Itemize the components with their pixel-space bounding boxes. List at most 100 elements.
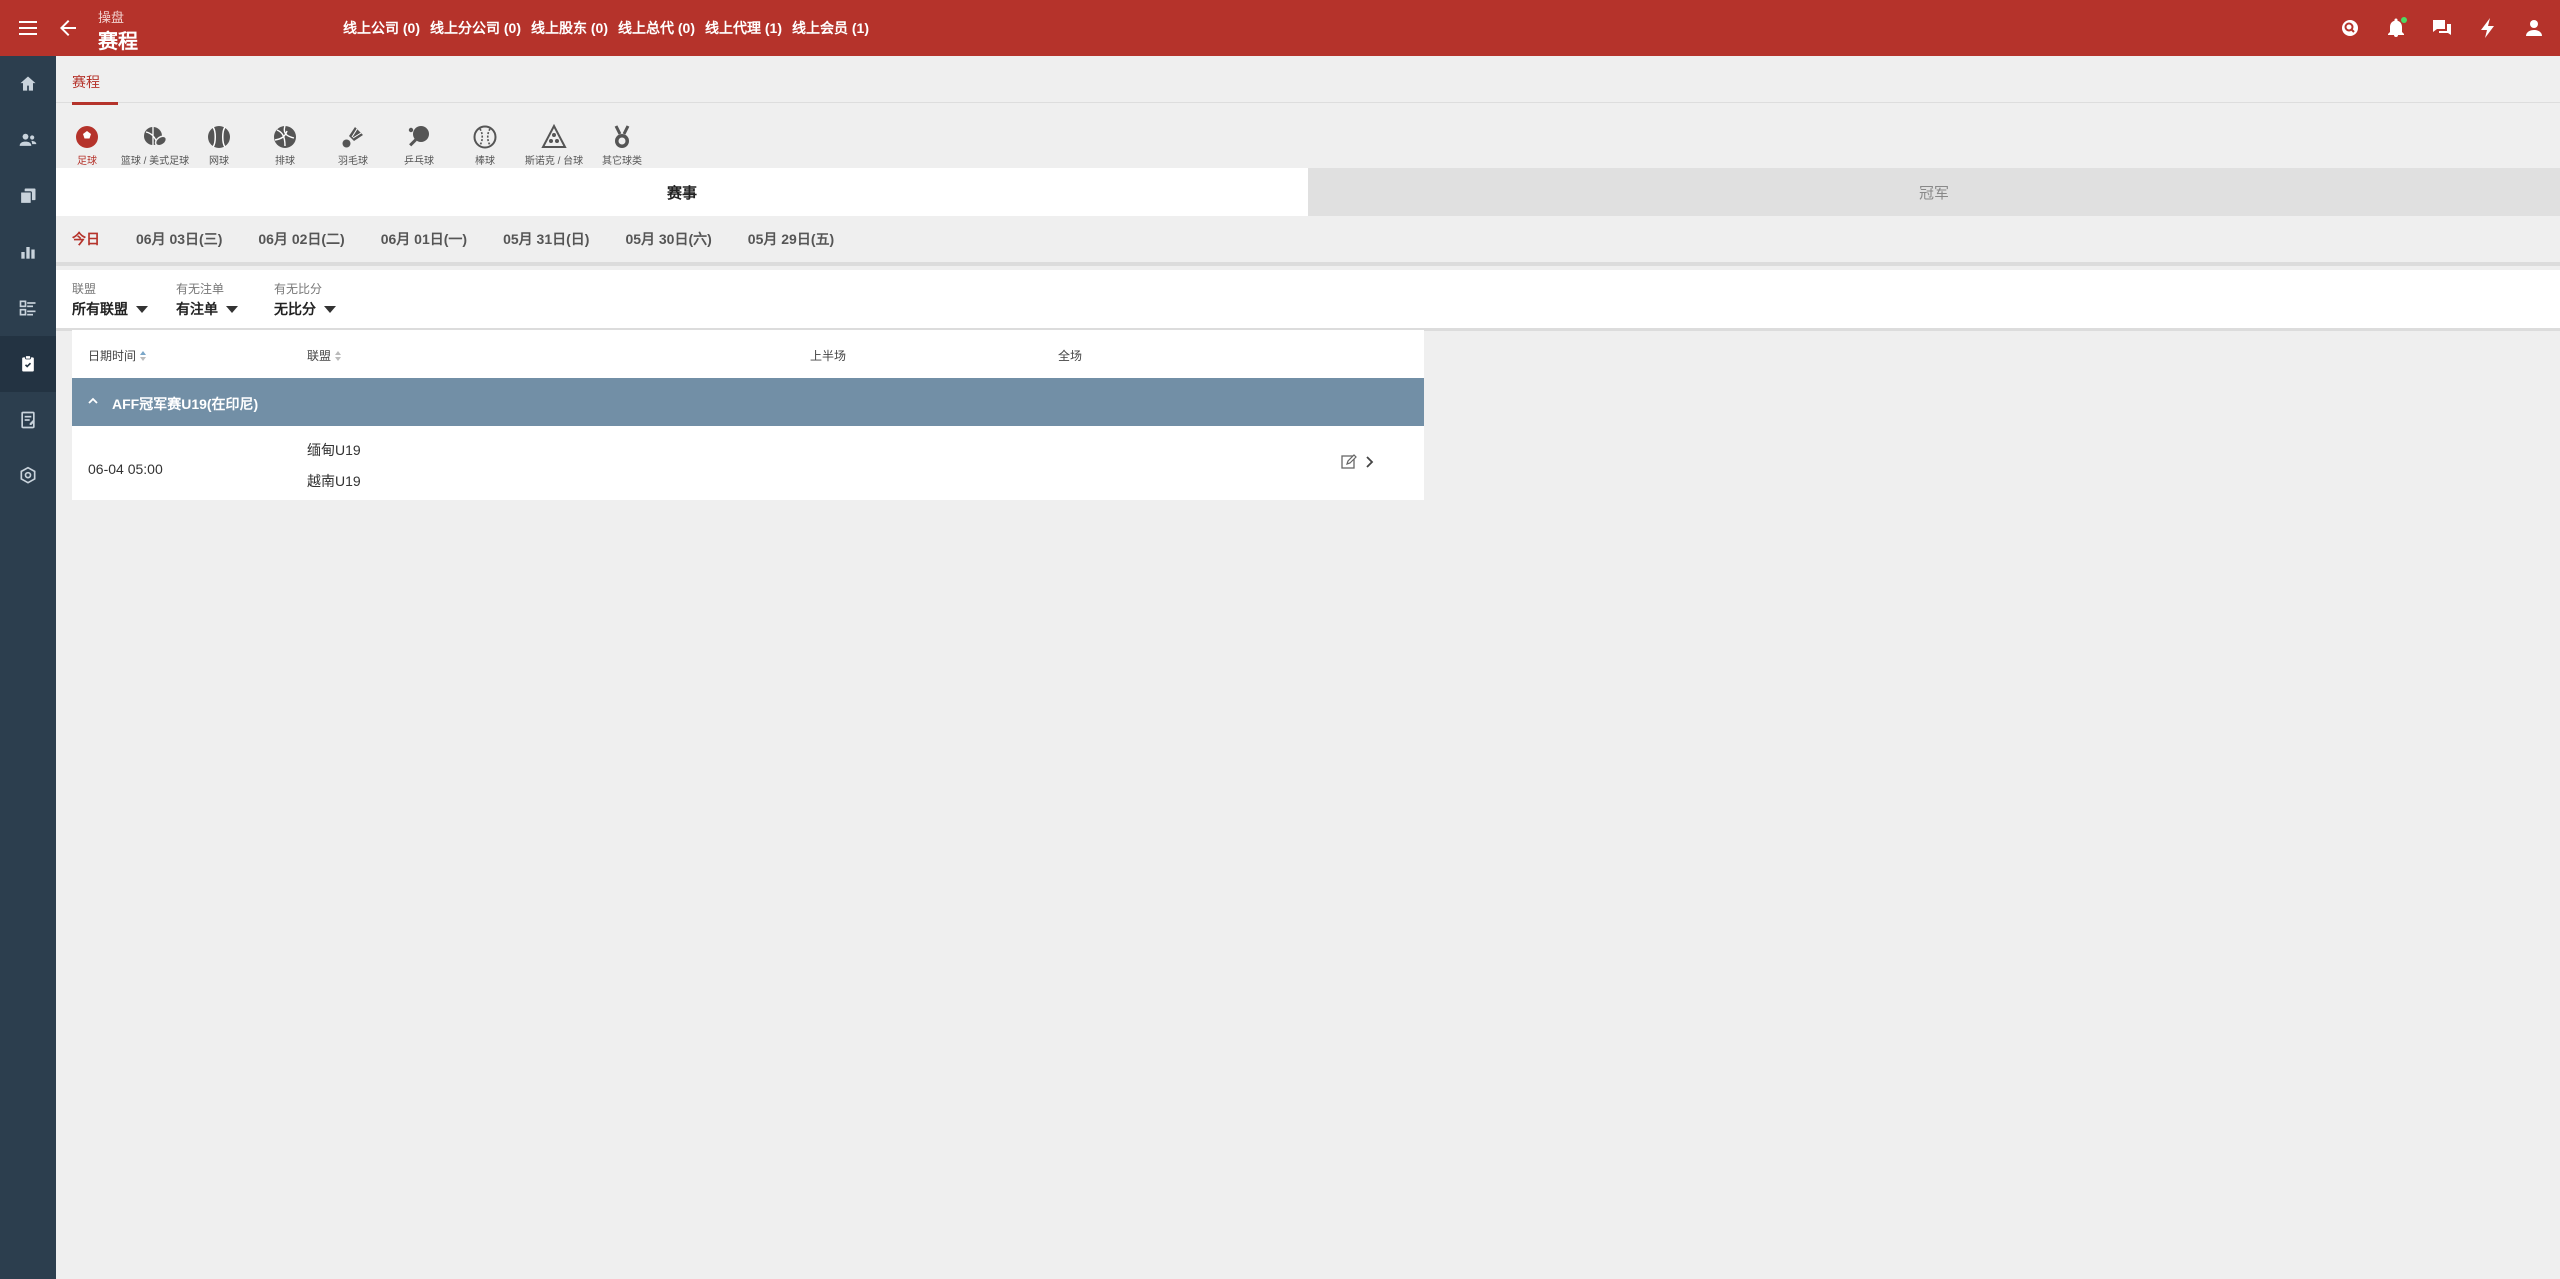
sidebar-item-reports[interactable] [0, 224, 56, 280]
menu-icon[interactable] [16, 16, 40, 40]
online-shareholder-link[interactable]: 线上股东 (0) [531, 18, 608, 38]
header-datetime[interactable]: 日期时间 [88, 347, 147, 364]
sport-label: 乒乓球 [404, 156, 434, 167]
notification-dot [2401, 17, 2407, 23]
notebook-icon [21, 411, 35, 429]
filter-value: 所有联盟 [72, 301, 128, 317]
filter-value: 无比分 [274, 301, 316, 317]
sport-label: 棒球 [475, 156, 495, 167]
tennis-icon [208, 126, 230, 148]
sidebar-item-settings[interactable] [0, 448, 56, 504]
filter-label: 联盟 [72, 282, 97, 296]
score-filter[interactable]: 有无比分 无比分 [274, 280, 336, 319]
league-group-row[interactable]: AFF冠军赛U19(在印尼) [72, 378, 1424, 426]
volleyball-icon [274, 125, 296, 148]
date-tab[interactable]: 06月 03日(三) [136, 229, 222, 249]
copy-icon [19, 188, 36, 205]
lightning-icon [2481, 18, 2494, 38]
sport-icon-row: 足球 篮球 / 美式足球 网球 排球 羽毛球 乒乓球 棒球 斯诺克 / 台球 其… [56, 112, 2560, 168]
clipboard-icon [22, 355, 34, 372]
bet-filter[interactable]: 有无注单 有注单 [176, 280, 238, 319]
sport-label: 篮球 / 美式足球 [120, 156, 190, 167]
tab-schedule[interactable]: 赛程 [72, 72, 118, 105]
home-icon [20, 76, 36, 91]
sport-label: 网球 [209, 156, 229, 167]
snooker-icon [541, 124, 567, 148]
breadcrumb: 操盘 [98, 10, 125, 25]
header-label: 日期时间 [88, 349, 137, 363]
sidebar-item-copy[interactable] [0, 168, 56, 224]
online-subcompany-link[interactable]: 线上分公司 (0) [430, 18, 521, 38]
quick-action-button[interactable] [2476, 16, 2500, 40]
table-header: 日期时间 联盟 上半场 全场 [72, 330, 1424, 378]
caret-down-icon [226, 305, 238, 313]
date-tab[interactable]: 05月 30日(六) [625, 229, 711, 249]
sport-label: 足球 [77, 156, 97, 167]
sport-label: 排球 [275, 156, 295, 167]
sidebar-item-schedule[interactable] [0, 336, 56, 392]
bar-chart-icon [21, 247, 35, 259]
top-bar: 操盘 赛程 线上公司 (0) 线上分公司 (0) 线上股东 (0) 线上总代 (… [0, 0, 2560, 56]
schedule-table: 日期时间 联盟 上半场 全场 AFF冠军赛U19(在印尼) 06-04 05:0… [72, 330, 1424, 500]
header-label: 联盟 [307, 349, 332, 363]
table-row[interactable]: 06-04 05:00 缅甸U19 越南U19 [72, 426, 1424, 500]
main-content: 赛程 足球 篮球 / 美式足球 网球 排球 羽毛球 乒乓球 棒球 斯诺克 / 台… [56, 56, 2560, 1279]
table-tennis-icon [408, 126, 429, 147]
soccer-icon [76, 126, 98, 148]
sidebar-item-notes[interactable] [0, 392, 56, 448]
header-actions [2338, 16, 2546, 40]
filter-value: 有注单 [176, 301, 218, 317]
online-company-link[interactable]: 线上公司 (0) [343, 18, 420, 38]
badminton-icon [342, 127, 363, 148]
basketball-football-icon [144, 127, 168, 147]
header-league[interactable]: 联盟 [307, 347, 342, 364]
sidebar-item-users[interactable] [0, 112, 56, 168]
filter-bar: 联盟 所有联盟 有无注单 有注单 有无比分 无比分 [56, 270, 2560, 331]
page-title: 赛程 [98, 31, 138, 53]
medal-icon [614, 125, 630, 148]
sort-icon [335, 350, 342, 361]
sidebar-item-home[interactable] [0, 56, 56, 112]
date-tab[interactable]: 05月 31日(日) [503, 229, 589, 249]
home-team: 缅甸U19 [307, 442, 361, 458]
edit-icon[interactable] [1340, 453, 1358, 471]
caret-down-icon [136, 305, 148, 313]
date-tabs: 今日 06月 03日(三) 06月 02日(二) 06月 01日(一) 05月 … [56, 216, 2560, 266]
chevron-up-icon[interactable] [86, 394, 100, 408]
date-tab[interactable]: 06月 01日(一) [381, 229, 467, 249]
search-icon [2342, 20, 2358, 36]
sport-label: 斯诺克 / 台球 [524, 156, 584, 167]
users-icon [19, 133, 37, 146]
tab-matches[interactable]: 赛事 [56, 168, 1308, 216]
date-tab[interactable]: 06月 02日(二) [258, 229, 344, 249]
user-icon [2526, 20, 2542, 36]
back-arrow-icon[interactable] [56, 16, 80, 40]
list-icon [19, 300, 36, 316]
filter-label: 有无比分 [274, 282, 323, 296]
tab-champion[interactable]: 冠军 [1308, 168, 2560, 216]
sport-label: 其它球类 [602, 156, 642, 167]
sort-icon [140, 350, 147, 361]
sidebar [0, 56, 56, 1279]
league-filter[interactable]: 联盟 所有联盟 [72, 280, 148, 319]
mode-tabs: 赛事 冠军 [56, 168, 2560, 216]
chat-button[interactable] [2430, 16, 2454, 40]
chat-icon [2433, 20, 2451, 35]
date-tab-today[interactable]: 今日 [72, 229, 100, 249]
league-name: AFF冠军赛U19(在印尼) [112, 396, 259, 412]
search-button[interactable] [2338, 16, 2362, 40]
notification-button[interactable] [2384, 16, 2408, 40]
chevron-right-icon[interactable] [1362, 454, 1376, 470]
online-member-link[interactable]: 线上会员 (1) [792, 18, 869, 38]
baseball-icon [473, 125, 497, 149]
caret-down-icon [324, 305, 336, 313]
header-full: 全场 [1058, 349, 1083, 363]
profile-button[interactable] [2522, 16, 2546, 40]
online-general-agent-link[interactable]: 线上总代 (0) [618, 18, 695, 38]
online-agent-link[interactable]: 线上代理 (1) [705, 18, 782, 38]
date-tab[interactable]: 05月 29日(五) [748, 229, 834, 249]
header-first-half: 上半场 [810, 349, 847, 363]
sport-label: 羽毛球 [338, 156, 368, 167]
filter-label: 有无注单 [176, 282, 225, 296]
sidebar-item-list[interactable] [0, 280, 56, 336]
